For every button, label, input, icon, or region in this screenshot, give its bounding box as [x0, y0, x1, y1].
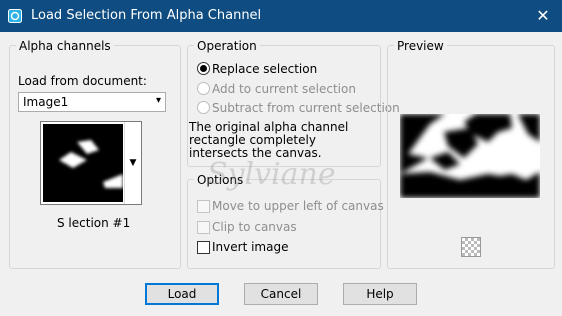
load-from-document-label: Load from document:	[18, 74, 147, 88]
title-bar: Load Selection From Alpha Channel ✕	[0, 0, 562, 32]
operation-title: Operation	[194, 39, 260, 53]
subtract-selection-label[interactable]: Subtract from current selection	[212, 101, 400, 115]
document-select[interactable]: Image1 ▾	[18, 92, 166, 112]
preview-image	[400, 114, 540, 198]
close-icon[interactable]: ✕	[524, 0, 562, 32]
subtract-selection-radio[interactable]	[197, 101, 210, 114]
chevron-down-icon: ▾	[155, 95, 161, 106]
document-select-value: Image1	[23, 95, 69, 109]
invert-image-label[interactable]: Invert image	[212, 240, 288, 254]
move-to-upper-left-checkbox[interactable]	[197, 200, 210, 213]
invert-image-checkbox[interactable]	[197, 241, 210, 254]
add-selection-radio[interactable]	[197, 82, 210, 95]
window-title: Load Selection From Alpha Channel	[31, 8, 262, 23]
transparency-checker-icon[interactable]	[461, 237, 481, 257]
load-button[interactable]: Load	[145, 283, 219, 305]
clip-to-canvas-label[interactable]: Clip to canvas	[212, 220, 297, 234]
replace-selection-label[interactable]: Replace selection	[212, 62, 317, 76]
selection-name: S lection #1	[57, 216, 131, 230]
cancel-button[interactable]: Cancel	[244, 283, 318, 305]
add-selection-label[interactable]: Add to current selection	[212, 82, 356, 96]
help-button[interactable]: Help	[343, 283, 417, 305]
selection-thumbnail	[43, 124, 123, 202]
clip-to-canvas-checkbox[interactable]	[197, 221, 210, 234]
watermark: Sylviane	[207, 157, 336, 192]
radio-selected-dot	[200, 65, 207, 72]
selection-thumbnail-picker[interactable]: ▼	[40, 121, 142, 205]
alpha-channels-title: Alpha channels	[16, 39, 114, 53]
app-icon	[8, 9, 22, 23]
preview-title: Preview	[394, 39, 447, 53]
preview-graphic	[400, 114, 540, 198]
thumbnail-dropdown-icon[interactable]: ▼	[124, 122, 141, 204]
move-to-upper-left-label[interactable]: Move to upper left of canvas	[212, 199, 384, 213]
replace-selection-radio[interactable]	[197, 62, 210, 75]
alpha-info-text: The original alpha channel rectangle com…	[189, 120, 349, 160]
